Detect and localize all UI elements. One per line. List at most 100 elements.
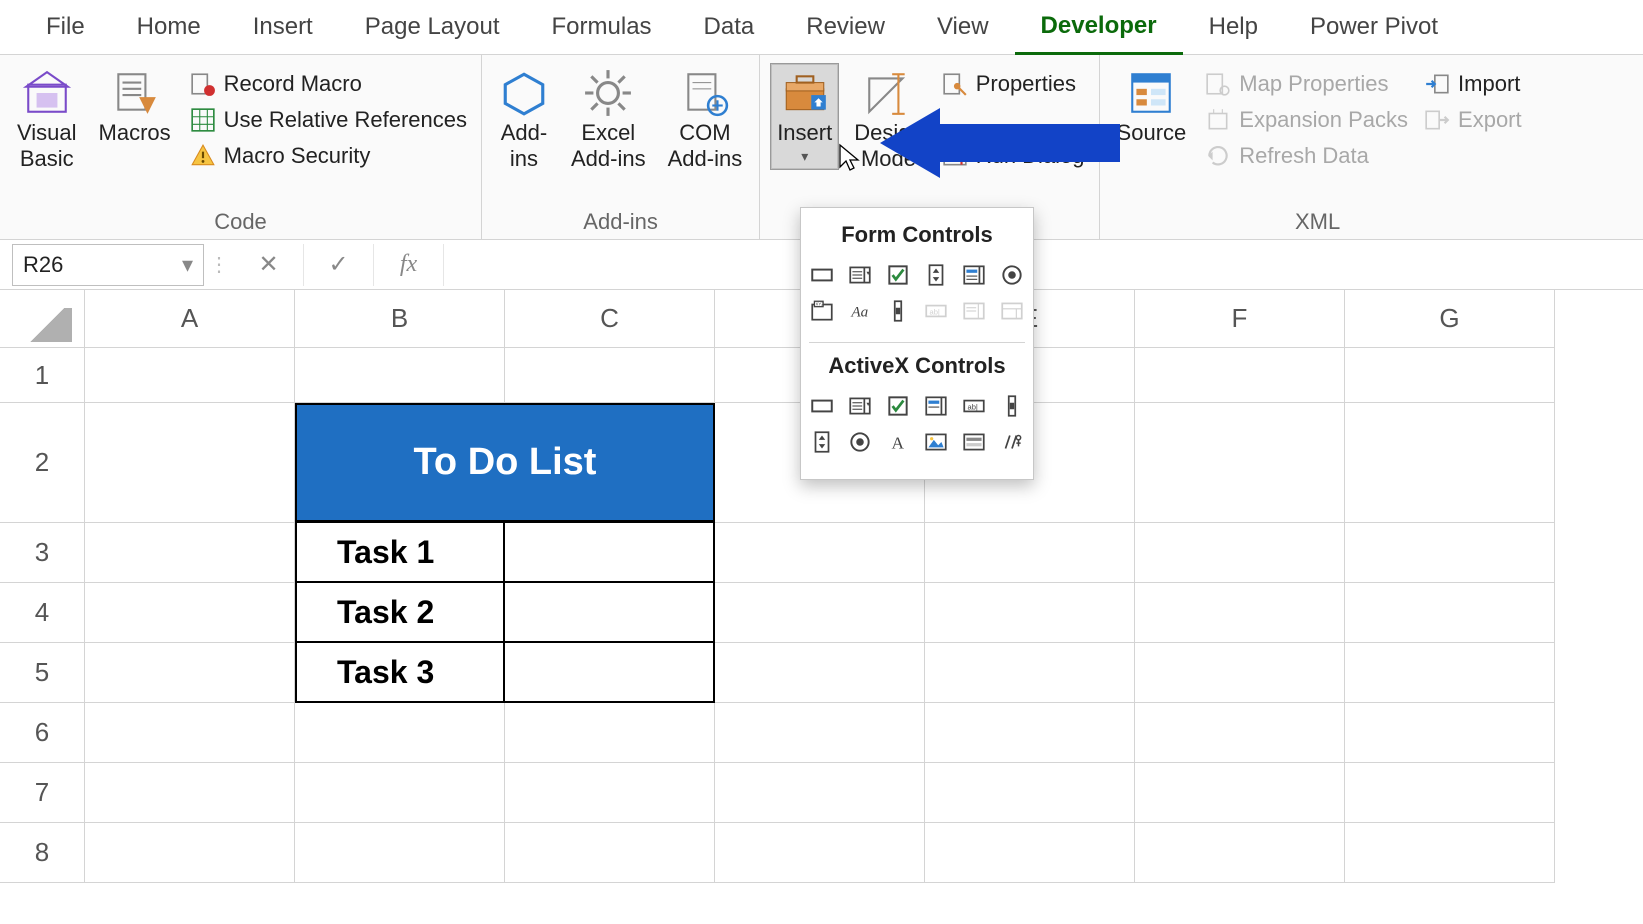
activex-combobox-icon[interactable] [842,389,878,423]
excel-addins-icon [583,68,633,118]
form-button-icon[interactable] [804,258,840,292]
tab-developer[interactable]: Developer [1015,0,1183,55]
com-addins-icon [680,68,730,118]
tab-formulas[interactable]: Formulas [526,0,678,55]
row-header-4[interactable]: 4 [0,583,85,643]
enter-formula-button[interactable]: ✓ [304,244,374,286]
form-combobox-icon[interactable] [842,258,878,292]
row-header-7[interactable]: 7 [0,763,85,823]
todo-check-3[interactable] [505,643,715,703]
import-button[interactable]: Import [1420,69,1526,99]
svg-text:Aa: Aa [850,303,868,320]
form-spinner-icon[interactable] [918,258,954,292]
map-properties-label: Map Properties [1239,71,1388,97]
excel-addins-label: Excel Add-ins [571,120,646,173]
excel-addins-button[interactable]: Excel Add-ins [564,63,653,178]
activex-toggle-icon[interactable] [956,425,992,459]
properties-button[interactable]: Properties [938,69,1089,99]
macro-security-button[interactable]: Macro Security [186,141,471,171]
group-addins: Add- ins Excel Add-ins COM Add-ins Add-i… [482,55,760,239]
row-header-6[interactable]: 6 [0,703,85,763]
activex-more-icon[interactable] [994,425,1030,459]
col-header-G[interactable]: G [1345,290,1555,348]
use-relative-references-button[interactable]: Use Relative References [186,105,471,135]
import-label: Import [1458,71,1520,97]
source-button[interactable]: Source [1110,63,1194,151]
name-box[interactable]: R26 ▾ [12,244,204,286]
row-header-2[interactable]: 2 [0,403,85,523]
activex-button-icon[interactable] [804,389,840,423]
tab-page-layout[interactable]: Page Layout [339,0,526,55]
form-option-icon[interactable] [994,258,1030,292]
form-scrollbar-icon[interactable] [880,294,916,328]
addins-label: Add- ins [501,120,547,173]
todo-check-2[interactable] [505,583,715,643]
record-macro-icon [190,71,216,97]
row-header-5[interactable]: 5 [0,643,85,703]
activex-spinner-icon[interactable] [804,425,840,459]
run-dialog-button[interactable]: Run Dialog [938,141,1089,171]
warning-icon [190,143,216,169]
form-checkbox-icon[interactable] [880,258,916,292]
design-mode-button[interactable]: Design Mode [847,63,929,178]
svg-text:XYZ: XYZ [816,302,825,307]
form-controls-title: Form Controls [801,216,1033,258]
insert-control-label: Insert [777,120,832,146]
tab-insert[interactable]: Insert [227,0,339,55]
cancel-formula-button[interactable]: ✕ [234,244,304,286]
x-icon: ✕ [258,250,278,279]
tab-power-pivot[interactable]: Power Pivot [1284,0,1464,55]
col-header-C[interactable]: C [505,290,715,348]
form-label-icon[interactable]: Aa [842,294,878,328]
tab-review[interactable]: Review [780,0,911,55]
col-header-F[interactable]: F [1135,290,1345,348]
todo-task-3[interactable]: Task 3 [295,643,505,703]
col-header-A[interactable]: A [85,290,295,348]
export-label: Export [1458,107,1522,133]
tab-home[interactable]: Home [111,0,227,55]
expansion-packs-button[interactable]: Expansion Packs [1201,105,1412,135]
formula-input[interactable] [444,244,1643,286]
row-header-8[interactable]: 8 [0,823,85,883]
form-combo-list-icon [956,294,992,328]
row-header-3[interactable]: 3 [0,523,85,583]
export-icon [1424,107,1450,133]
com-addins-button[interactable]: COM Add-ins [661,63,750,178]
tab-help[interactable]: Help [1183,0,1284,55]
properties-icon [942,71,968,97]
activex-checkbox-icon[interactable] [880,389,916,423]
tab-data[interactable]: Data [678,0,781,55]
tab-file[interactable]: File [20,0,111,55]
chevron-down-icon[interactable]: ▾ [182,252,193,278]
visual-basic-button[interactable]: Visual Basic [10,63,84,178]
addins-icon [499,68,549,118]
run-dialog-icon [942,143,968,169]
row-header-1[interactable]: 1 [0,348,85,403]
todo-task-2[interactable]: Task 2 [295,583,505,643]
activex-listbox-icon[interactable] [918,389,954,423]
form-groupbox-icon[interactable]: XYZ [804,294,840,328]
use-relative-label: Use Relative References [224,107,467,133]
todo-task-1[interactable]: Task 1 [295,523,505,583]
todo-check-1[interactable] [505,523,715,583]
group-addins-label: Add-ins [492,203,749,235]
macros-button[interactable]: Macros [92,63,178,151]
record-macro-button[interactable]: Record Macro [186,69,471,99]
activex-option-icon[interactable] [842,425,878,459]
export-button[interactable]: Export [1420,105,1526,135]
map-properties-button[interactable]: Map Properties [1201,69,1412,99]
activex-textbox-icon[interactable]: ab| [956,389,992,423]
select-all-button[interactable] [0,290,85,348]
form-listbox-icon[interactable] [956,258,992,292]
group-code-label: Code [10,203,471,235]
addins-button[interactable]: Add- ins [492,63,556,178]
col-header-B[interactable]: B [295,290,505,348]
activex-scrollbar-icon[interactable] [994,389,1030,423]
activex-label-icon[interactable]: A [880,425,916,459]
refresh-data-button[interactable]: Refresh Data [1201,141,1412,171]
insert-control-button[interactable]: Insert ▾ [770,63,839,170]
insert-function-button[interactable]: fx [374,244,444,286]
activex-image-icon[interactable] [918,425,954,459]
tab-view[interactable]: View [911,0,1015,55]
source-icon [1126,68,1176,118]
